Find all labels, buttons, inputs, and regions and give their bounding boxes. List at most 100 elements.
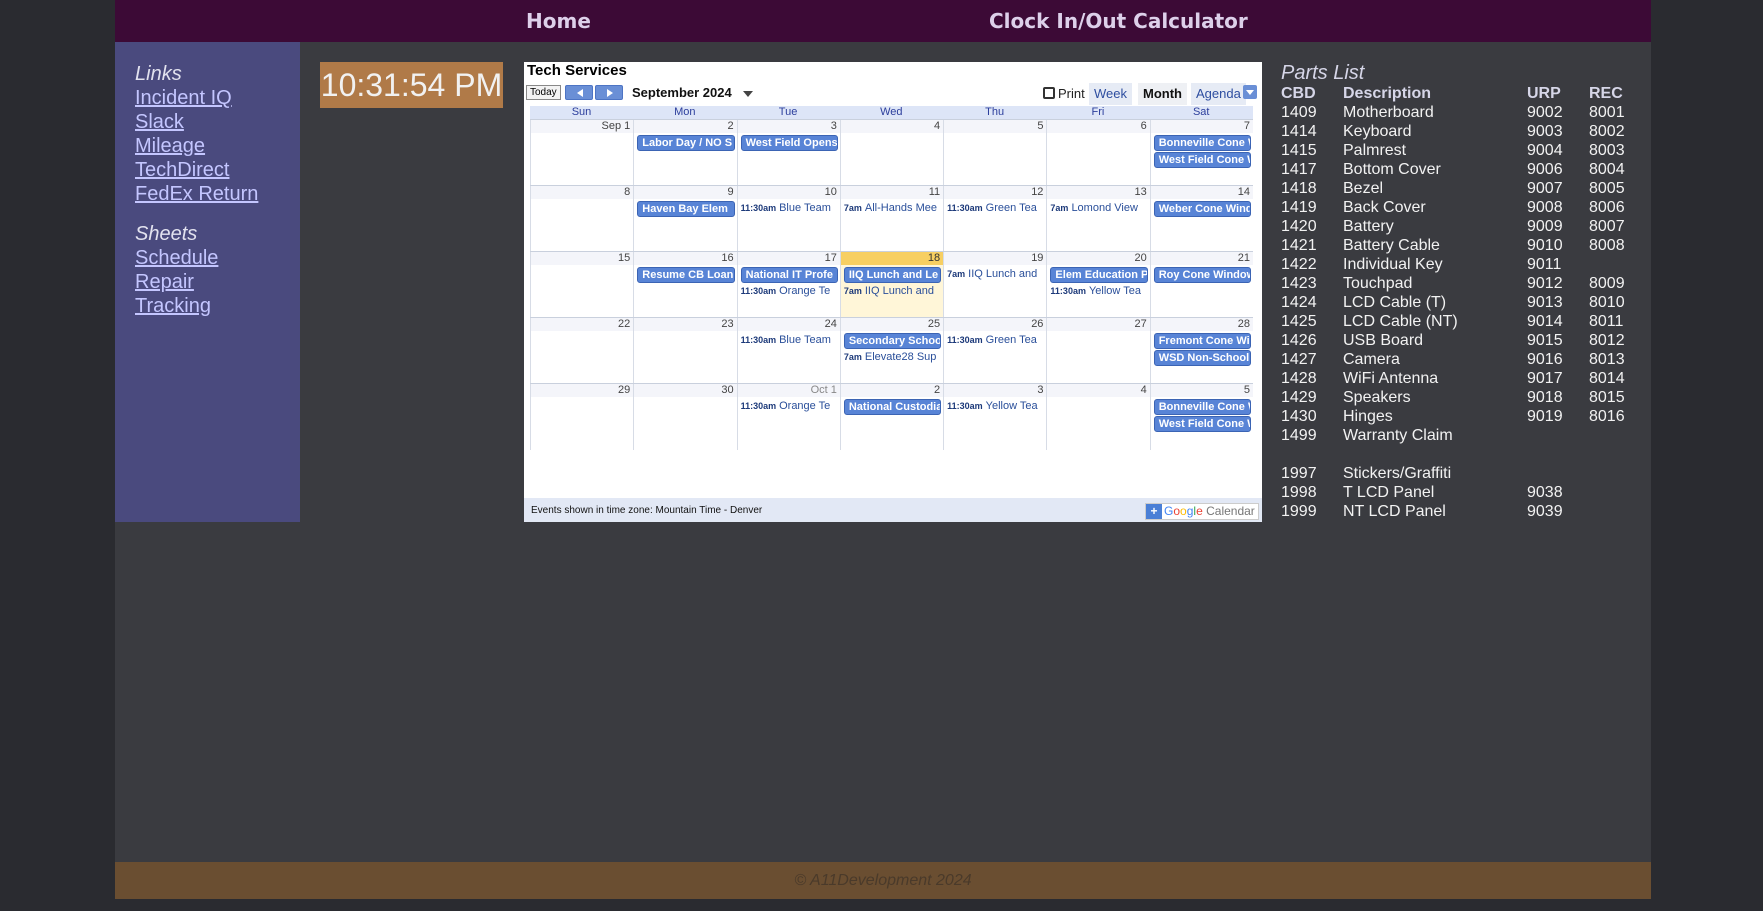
day-cell[interactable]: 25 Secondary Schoo 7am Elevate28 Sup [839, 318, 944, 384]
day-cell[interactable]: 7 Bonneville Cone W West Field Cone W [1149, 120, 1253, 186]
day-number[interactable]: 10 [737, 186, 840, 199]
day-cell[interactable]: 3 West Field Opens [736, 120, 840, 186]
all-day-event[interactable]: Elem Education P [1050, 267, 1148, 283]
day-cell[interactable]: 16 Resume CB Loan [633, 252, 737, 318]
all-day-event[interactable]: WSD Non-School [1153, 350, 1251, 366]
day-number[interactable]: Oct 1 [737, 384, 840, 397]
day-number[interactable]: 24 [737, 318, 840, 331]
day-number[interactable]: 27 [1047, 318, 1150, 331]
day-cell[interactable]: 4 [1046, 384, 1150, 450]
google-calendar-badge[interactable]: + Google Calendar [1145, 503, 1259, 520]
link-fedex-return[interactable]: FedEx Return [135, 182, 300, 206]
all-day-event[interactable]: National IT Profe [740, 267, 838, 283]
all-day-event[interactable]: National Custodia [843, 399, 942, 415]
day-number[interactable]: 2 [840, 384, 944, 397]
day-number[interactable]: 17 [737, 252, 840, 265]
timed-event[interactable]: 7am All-Hands Mee [844, 201, 941, 215]
day-number[interactable]: 5 [1150, 384, 1253, 397]
link-repair[interactable]: Repair [135, 270, 300, 294]
timed-event[interactable]: 7am Elevate28 Sup [844, 350, 941, 364]
prev-month-button[interactable] [565, 85, 593, 100]
day-cell[interactable]: 6 [1046, 120, 1150, 186]
timed-event[interactable]: 7am IIQ Lunch and [947, 267, 1044, 281]
agenda-dropdown-button[interactable] [1243, 85, 1257, 99]
timed-event[interactable]: 11:30am Blue Team [741, 333, 838, 347]
timed-event[interactable]: 7am Lomond View [1050, 201, 1147, 215]
day-cell[interactable]: 12 11:30am Green Tea [943, 186, 1047, 252]
timed-event[interactable]: 11:30am Blue Team [741, 201, 838, 215]
nav-home-link[interactable]: Home [526, 9, 591, 33]
day-number[interactable]: Sep 1 [531, 120, 634, 133]
timed-event[interactable]: 11:30am Green Tea [947, 333, 1044, 347]
day-cell[interactable]: 17 National IT Profe 11:30am Orange Te [736, 252, 840, 318]
all-day-event[interactable]: Bonneville Cone W [1153, 399, 1251, 415]
all-day-event[interactable]: West Field Opens [740, 135, 838, 151]
link-slack[interactable]: Slack [135, 110, 300, 134]
day-cell[interactable]: 10 11:30am Blue Team [736, 186, 840, 252]
month-dropdown-icon[interactable] [743, 91, 753, 97]
day-cell[interactable]: 23 [633, 318, 737, 384]
day-cell[interactable]: 26 11:30am Green Tea [943, 318, 1047, 384]
day-number[interactable]: 22 [531, 318, 634, 331]
all-day-event[interactable]: IIQ Lunch and Le [843, 267, 942, 283]
day-number[interactable]: 29 [531, 384, 634, 397]
timed-event[interactable]: 11:30am Green Tea [947, 201, 1044, 215]
day-number[interactable]: 30 [634, 384, 737, 397]
day-cell[interactable]: 2 National Custodia [839, 384, 944, 450]
day-number[interactable]: 7 [1150, 120, 1253, 133]
all-day-event[interactable]: Labor Day / NO S [637, 135, 735, 151]
all-day-event[interactable]: Bonneville Cone W [1153, 135, 1251, 151]
day-number[interactable]: 9 [634, 186, 737, 199]
all-day-event[interactable]: Roy Cone Window [1153, 267, 1251, 283]
timed-event[interactable]: 11:30am Orange Te [741, 284, 838, 298]
day-cell[interactable]: 5 [943, 120, 1047, 186]
print-button[interactable]: Print [1043, 83, 1085, 104]
day-cell[interactable]: 29 [530, 384, 634, 450]
day-number[interactable]: 13 [1047, 186, 1150, 199]
day-number[interactable]: 5 [944, 120, 1047, 133]
day-cell[interactable]: 18 IIQ Lunch and Le 7am IIQ Lunch and [839, 252, 944, 318]
all-day-event[interactable]: Resume CB Loan [637, 267, 735, 283]
day-cell[interactable]: 19 7am IIQ Lunch and [943, 252, 1047, 318]
today-button[interactable]: Today [526, 85, 561, 100]
day-cell[interactable]: 11 7am All-Hands Mee [839, 186, 944, 252]
day-number[interactable]: 16 [634, 252, 737, 265]
nav-clock-calculator-link[interactable]: Clock In/Out Calculator [989, 9, 1248, 33]
all-day-event[interactable]: West Field Cone W [1153, 152, 1251, 168]
day-number[interactable]: 28 [1150, 318, 1253, 331]
timed-event[interactable]: 11:30am Yellow Tea [947, 399, 1044, 413]
day-cell[interactable]: Sep 1 [530, 120, 634, 186]
day-number[interactable]: 23 [634, 318, 737, 331]
day-cell[interactable]: 22 [530, 318, 634, 384]
day-number[interactable]: 26 [944, 318, 1047, 331]
link-schedule[interactable]: Schedule [135, 246, 300, 270]
day-cell[interactable]: 14 Weber Cone Wind [1149, 186, 1253, 252]
day-cell[interactable]: 15 [530, 252, 634, 318]
day-number[interactable]: 14 [1150, 186, 1253, 199]
day-number[interactable]: 4 [840, 120, 944, 133]
day-cell[interactable]: 27 [1046, 318, 1150, 384]
day-number[interactable]: 11 [840, 186, 944, 199]
day-number[interactable]: 8 [531, 186, 634, 199]
day-number[interactable]: 3 [944, 384, 1047, 397]
all-day-event[interactable]: West Field Cone W [1153, 416, 1251, 432]
day-cell[interactable]: 9 Haven Bay Elem [633, 186, 737, 252]
day-cell[interactable]: 3 11:30am Yellow Tea [943, 384, 1047, 450]
day-cell[interactable]: 21 Roy Cone Window [1149, 252, 1253, 318]
day-number[interactable]: 20 [1047, 252, 1150, 265]
timed-event[interactable]: 11:30am Yellow Tea [1050, 284, 1147, 298]
all-day-event[interactable]: Haven Bay Elem [637, 201, 735, 217]
link-tracking[interactable]: Tracking [135, 294, 300, 318]
day-number[interactable]: 19 [944, 252, 1047, 265]
day-cell[interactable]: 2 Labor Day / NO S [633, 120, 737, 186]
day-cell[interactable]: 13 7am Lomond View [1046, 186, 1150, 252]
day-number[interactable]: 12 [944, 186, 1047, 199]
day-number[interactable]: 3 [737, 120, 840, 133]
day-cell[interactable]: Oct 1 11:30am Orange Te [736, 384, 840, 450]
day-cell[interactable]: 4 [839, 120, 944, 186]
tab-agenda[interactable]: Agenda [1191, 83, 1246, 105]
day-number[interactable]: 4 [1047, 384, 1150, 397]
day-number[interactable]: 21 [1150, 252, 1253, 265]
link-mileage[interactable]: Mileage [135, 134, 300, 158]
next-month-button[interactable] [595, 85, 623, 100]
